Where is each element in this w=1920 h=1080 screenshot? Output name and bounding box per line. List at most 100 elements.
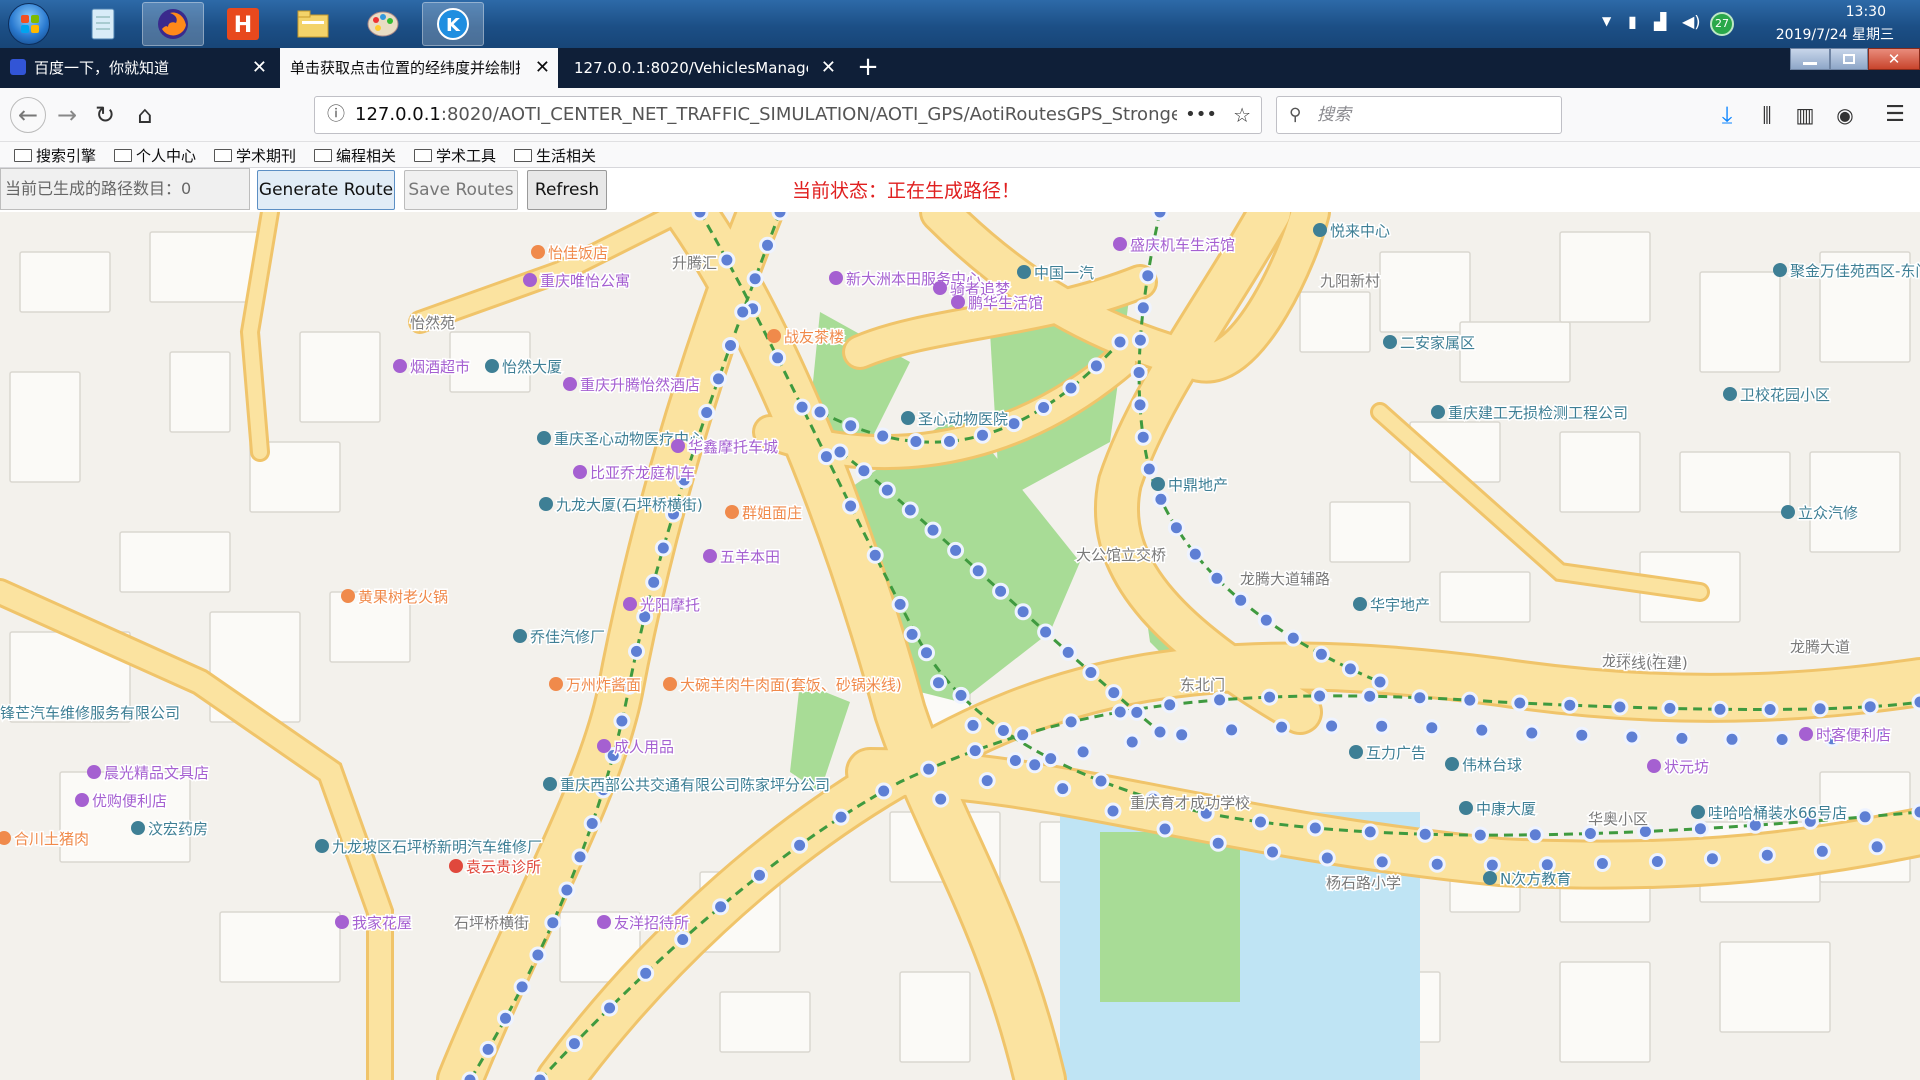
route-point-marker[interactable]: [1723, 730, 1741, 748]
route-point-marker[interactable]: [613, 712, 631, 730]
clock-date[interactable]: 2019/7/24 星期三: [1776, 24, 1894, 44]
tray-notification-badge[interactable]: 27: [1710, 12, 1734, 36]
route-point-marker[interactable]: [1312, 645, 1330, 663]
firefox-taskbar-icon[interactable]: [142, 2, 204, 46]
route-point-marker[interactable]: [734, 303, 752, 321]
route-point-marker[interactable]: [1139, 267, 1157, 285]
route-point-marker[interactable]: [1014, 726, 1032, 744]
route-point-marker[interactable]: [1140, 460, 1158, 478]
route-point-marker[interactable]: [1773, 731, 1791, 748]
bookmark-star-icon[interactable]: ☆: [1233, 97, 1251, 133]
route-point-marker[interactable]: [875, 782, 893, 800]
save-routes-button[interactable]: Save Routes: [404, 170, 518, 210]
route-point-marker[interactable]: [891, 595, 909, 613]
tab-close-icon[interactable]: ✕: [535, 48, 550, 88]
route-point-marker[interactable]: [1059, 643, 1077, 661]
route-point-marker[interactable]: [966, 742, 984, 760]
route-point-marker[interactable]: [746, 270, 764, 288]
route-point-marker[interactable]: [1561, 696, 1579, 714]
route-point-marker[interactable]: [601, 999, 619, 1017]
signal-icon[interactable]: ▟: [1654, 12, 1666, 31]
route-point-marker[interactable]: [1252, 813, 1269, 831]
route-point-marker[interactable]: [1151, 723, 1169, 741]
route-point-marker[interactable]: [1311, 687, 1329, 705]
site-info-icon[interactable]: ⓘ: [327, 97, 345, 133]
route-point-marker[interactable]: [628, 642, 645, 660]
route-point-marker[interactable]: [769, 349, 787, 367]
route-point-marker[interactable]: [1483, 856, 1501, 874]
new-tab-button[interactable]: +: [850, 48, 886, 88]
route-point-marker[interactable]: [1411, 689, 1429, 707]
bookmark-folder[interactable]: 学术期刊: [214, 145, 296, 166]
route-point-marker[interactable]: [1042, 750, 1060, 768]
route-point-marker[interactable]: [1318, 849, 1336, 867]
tab-baidu[interactable]: 百度一下，你就知道 ✕: [0, 48, 275, 88]
route-point-marker[interactable]: [1026, 756, 1044, 774]
route-point-marker[interactable]: [903, 625, 921, 643]
route-point-marker[interactable]: [691, 212, 709, 221]
search-input[interactable]: ⚲ 搜索: [1276, 96, 1562, 134]
route-point-marker[interactable]: [1264, 843, 1281, 861]
route-point-marker[interactable]: [1134, 299, 1152, 317]
url-bar[interactable]: ⓘ 127.0.0.1:8020/AOTI_CENTER_NET_TRAFFIC…: [314, 96, 1262, 134]
refresh-button[interactable]: Refresh: [527, 170, 607, 210]
route-point-marker[interactable]: [1361, 823, 1379, 841]
route-point-marker[interactable]: [874, 427, 892, 445]
route-point-marker[interactable]: [1111, 333, 1129, 351]
route-point-marker[interactable]: [1208, 569, 1226, 587]
route-point-marker[interactable]: [565, 1035, 583, 1053]
route-point-marker[interactable]: [1423, 719, 1441, 737]
route-point-marker[interactable]: [637, 964, 655, 982]
route-point-marker[interactable]: [1284, 629, 1302, 647]
route-point-marker[interactable]: [1156, 820, 1174, 838]
route-point-marker[interactable]: [1471, 826, 1489, 844]
route-point-marker[interactable]: [1593, 855, 1611, 872]
route-point-marker[interactable]: [1473, 721, 1491, 739]
route-point-marker[interactable]: [571, 848, 589, 866]
bookmark-folder[interactable]: 编程相关: [314, 145, 396, 166]
route-point-marker[interactable]: [1761, 701, 1779, 718]
route-point-marker[interactable]: [1092, 772, 1110, 790]
route-point-marker[interactable]: [907, 433, 925, 450]
file-explorer-taskbar-icon[interactable]: [282, 2, 344, 46]
route-point-marker[interactable]: [920, 760, 938, 778]
route-point-marker[interactable]: [992, 582, 1010, 600]
paint-taskbar-icon[interactable]: [352, 2, 414, 46]
route-point-marker[interactable]: [1128, 703, 1146, 721]
route-point-marker[interactable]: [1711, 700, 1729, 718]
route-point-marker[interactable]: [1005, 415, 1023, 433]
route-point-marker[interactable]: [1428, 855, 1446, 873]
route-point-marker[interactable]: [1341, 660, 1359, 678]
route-point-marker[interactable]: [759, 236, 776, 254]
route-point-marker[interactable]: [1811, 700, 1829, 718]
route-point-marker[interactable]: [1911, 803, 1920, 821]
route-point-marker[interactable]: [1074, 743, 1092, 761]
route-point-marker[interactable]: [1111, 703, 1129, 721]
route-point-marker[interactable]: [811, 403, 829, 421]
route-point-marker[interactable]: [531, 1071, 549, 1080]
route-point-marker[interactable]: [1173, 726, 1191, 744]
route-point-marker[interactable]: [1523, 724, 1541, 742]
route-point-marker[interactable]: [1371, 673, 1389, 691]
route-point-marker[interactable]: [718, 251, 736, 269]
route-point-marker[interactable]: [1257, 611, 1275, 629]
route-point-marker[interactable]: [1261, 688, 1279, 706]
route-count-field[interactable]: 当前已生成的路径数目：0: [0, 168, 250, 210]
route-point-marker[interactable]: [1054, 780, 1072, 798]
route-point-marker[interactable]: [1581, 825, 1599, 842]
route-point-marker[interactable]: [1123, 733, 1141, 751]
route-point-marker[interactable]: [722, 337, 739, 354]
route-point-marker[interactable]: [1461, 691, 1479, 709]
generate-route-button[interactable]: Generate Route: [257, 170, 395, 210]
download-icon[interactable]: ⤓: [1712, 100, 1742, 130]
tab-close-icon[interactable]: ✕: [821, 48, 836, 88]
route-point-marker[interactable]: [901, 501, 919, 519]
route-point-marker[interactable]: [941, 432, 958, 450]
route-point-marker[interactable]: [1623, 728, 1641, 746]
route-point-marker[interactable]: [1006, 752, 1024, 769]
library-icon[interactable]: ⫼: [1752, 100, 1782, 130]
route-point-marker[interactable]: [771, 212, 789, 221]
route-point-marker[interactable]: [964, 716, 982, 734]
k-app-taskbar-icon[interactable]: K: [422, 2, 484, 46]
route-point-marker[interactable]: [832, 808, 850, 826]
